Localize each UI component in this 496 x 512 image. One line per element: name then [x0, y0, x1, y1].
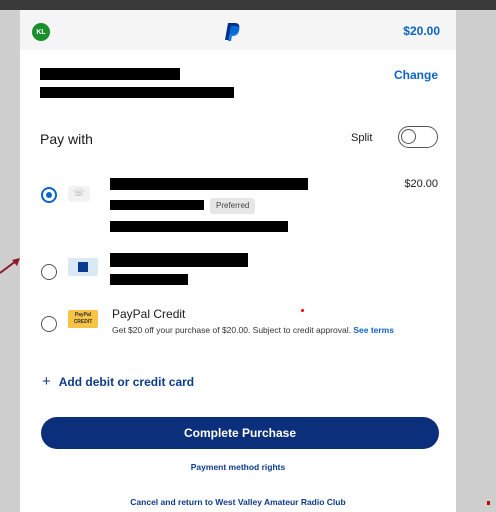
- red-dot-mark: [301, 309, 304, 312]
- redacted-bank-info: [110, 221, 288, 232]
- split-toggle[interactable]: [398, 126, 438, 148]
- radio-paypal-credit[interactable]: [41, 316, 57, 332]
- cancel-return-link[interactable]: Cancel and return to West Valley Amateur…: [20, 497, 456, 507]
- radio-card[interactable]: [41, 264, 57, 280]
- red-mark: [487, 501, 490, 505]
- redacted-card-number: [110, 274, 188, 285]
- complete-purchase-button[interactable]: Complete Purchase: [41, 417, 439, 449]
- checkout-panel: KL $20.00 Change Pay with Split ☏ Prefer…: [20, 10, 456, 512]
- toggle-knob: [401, 129, 416, 144]
- redacted-address: [40, 87, 234, 98]
- preferred-badge: Preferred: [210, 198, 256, 214]
- card-icon: [68, 258, 98, 276]
- redacted-card-name: [110, 253, 248, 267]
- credit-offer-text: Get $20 off your purchase of $20.00. Sub…: [112, 325, 351, 335]
- checkout-header: KL $20.00: [20, 10, 456, 50]
- redacted-bank-detail: [110, 200, 204, 210]
- split-label: Split: [351, 132, 373, 144]
- paypal-credit-description: Get $20 off your purchase of $20.00. Sub…: [112, 323, 442, 338]
- plus-icon: +: [42, 373, 51, 390]
- bank-amount: $20.00: [404, 178, 438, 190]
- redacted-name: [40, 68, 180, 80]
- right-background: [456, 10, 496, 512]
- paypal-credit-icon: PayPal CREDIT: [68, 310, 98, 328]
- add-card-link[interactable]: + Add debit or credit card: [42, 373, 194, 390]
- paypal-credit-title: PayPal Credit: [112, 307, 186, 321]
- avatar[interactable]: KL: [32, 23, 50, 41]
- change-address-link[interactable]: Change: [394, 68, 438, 82]
- redacted-bank-name: [110, 178, 308, 190]
- pay-with-heading: Pay with: [40, 131, 93, 147]
- see-terms-link[interactable]: See terms: [353, 325, 394, 335]
- annotation-arrow-icon: [0, 258, 20, 274]
- window-top-bar: [0, 0, 496, 10]
- payment-method-rights-link[interactable]: Payment method rights: [20, 462, 456, 472]
- bank-icon: ☏: [68, 186, 90, 202]
- radio-bank-account[interactable]: [41, 187, 57, 203]
- header-amount: $20.00: [403, 24, 440, 38]
- add-card-label: Add debit or credit card: [58, 375, 195, 389]
- paypal-logo-icon: [225, 23, 240, 41]
